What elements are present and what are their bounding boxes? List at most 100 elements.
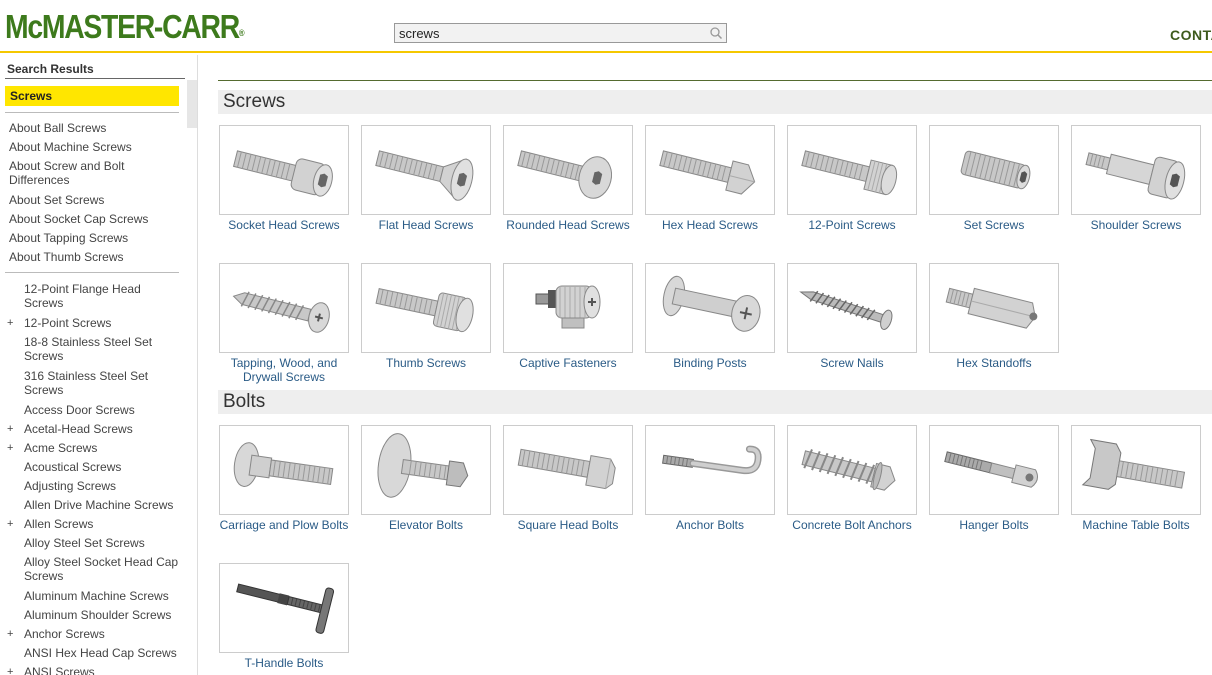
tile-image-box[interactable] (929, 125, 1059, 215)
sidebar-about-link[interactable]: About Screw and Bolt Differences (9, 159, 139, 187)
sidebar-category-link[interactable]: Aluminum Machine Screws (24, 589, 194, 603)
logo-text: McMASTER-CARR (5, 8, 240, 45)
rounded-head-screw-icon (517, 150, 613, 199)
expand-plus-icon[interactable]: + (7, 628, 13, 640)
tile-label[interactable]: Flat Head Screws (355, 218, 497, 232)
tile-image-box[interactable] (219, 425, 349, 515)
sidebar-category-link[interactable]: Alloy Steel Socket Head Cap Screws (24, 555, 189, 583)
tile-image-box[interactable] (929, 425, 1059, 515)
12-point-screw-icon (801, 150, 898, 196)
sidebar-category-link[interactable]: Alloy Steel Set Screws (24, 536, 184, 550)
sidebar-about-link[interactable]: About Ball Screws (9, 121, 184, 135)
sidebar-scrollbar-thumb[interactable] (187, 80, 197, 128)
tile-image-box[interactable] (787, 125, 917, 215)
tile-label[interactable]: Hex Head Screws (639, 218, 781, 232)
tile-label[interactable]: Hanger Bolts (923, 518, 1065, 532)
tile-image-box[interactable] (219, 563, 349, 653)
sidebar-category-link[interactable]: Acoustical Screws (24, 460, 184, 474)
tile-label[interactable]: Tapping, Wood, and Drywall Screws (213, 356, 355, 384)
sidebar-category-link[interactable]: Allen Drive Machine Screws (24, 498, 194, 512)
sidebar-category-link[interactable]: Allen Screws (24, 517, 184, 531)
tile-image-box[interactable] (361, 263, 491, 353)
expand-plus-icon[interactable]: + (7, 423, 13, 435)
tile-image-box[interactable] (787, 263, 917, 353)
tile-label[interactable]: Screw Nails (781, 356, 923, 370)
tile-image-box[interactable] (787, 425, 917, 515)
expand-plus-icon[interactable]: + (7, 442, 13, 454)
tile-label[interactable]: 12-Point Screws (781, 218, 923, 232)
flat-head-screw-icon (375, 150, 474, 201)
sidebar-item-screws-active[interactable]: Screws (5, 86, 179, 106)
sidebar-category-link[interactable]: Adjusting Screws (24, 479, 184, 493)
sidebar-about-link[interactable]: About Socket Cap Screws (9, 212, 184, 226)
tile-label[interactable]: Concrete Bolt Anchors (781, 518, 923, 532)
tile-image-box[interactable] (503, 425, 633, 515)
tile-image-box[interactable] (219, 125, 349, 215)
tile-label[interactable]: Binding Posts (639, 356, 781, 370)
sidebar-category-link[interactable]: ANSI Screws (24, 665, 184, 675)
tile-label[interactable]: Machine Table Bolts (1065, 518, 1207, 532)
expand-plus-icon[interactable]: + (7, 666, 13, 675)
tile-image-box[interactable] (929, 263, 1059, 353)
tile-image-box[interactable] (1071, 425, 1201, 515)
tile-label[interactable]: Socket Head Screws (213, 218, 355, 232)
search-results-sidebar: Search Results Screws About Ball Screws … (0, 55, 198, 675)
main-top-rule (218, 80, 1212, 81)
section-heading-bolts: Bolts (218, 390, 1212, 414)
tile-image-box[interactable] (645, 425, 775, 515)
tile-label[interactable]: Set Screws (923, 218, 1065, 232)
sidebar-category-link[interactable]: Acetal-Head Screws (24, 422, 184, 436)
tile-image-box[interactable] (1071, 125, 1201, 215)
tile-image-box[interactable] (361, 125, 491, 215)
anchor-bolt-icon (662, 445, 762, 475)
captive-fastener-icon (535, 285, 601, 329)
tile-image-box[interactable] (645, 125, 775, 215)
tile-label[interactable]: Captive Fasteners (497, 356, 639, 370)
sidebar-category-link[interactable]: 18-8 Stainless Steel Set Screws (24, 335, 164, 363)
sidebar-about-link[interactable]: About Set Screws (9, 193, 184, 207)
tile-image-box[interactable] (503, 263, 633, 353)
sidebar-about-link[interactable]: About Machine Screws (9, 140, 184, 154)
logo-registered-mark: ® (238, 28, 245, 38)
sidebar-category-link[interactable]: 316 Stainless Steel Set Screws (24, 369, 164, 397)
set-screw-icon (960, 150, 1031, 190)
sidebar-about-link[interactable]: About Thumb Screws (9, 250, 184, 264)
search-input[interactable] (394, 23, 727, 43)
sidebar-category-link[interactable]: Acme Screws (24, 441, 184, 455)
contact-link[interactable]: CONTACT US (1170, 27, 1212, 43)
tile-label[interactable]: Shoulder Screws (1065, 218, 1207, 232)
socket-head-screw-icon (232, 150, 333, 197)
tile-image-box[interactable] (219, 263, 349, 353)
search-icon[interactable] (709, 26, 723, 40)
tapping-screw-icon (232, 291, 330, 333)
tile-image-box[interactable] (361, 425, 491, 515)
binding-post-icon (662, 275, 761, 332)
tile-label[interactable]: Square Head Bolts (497, 518, 639, 532)
expand-plus-icon[interactable]: + (7, 317, 13, 329)
tile-label[interactable]: Thumb Screws (355, 356, 497, 370)
sidebar-heading: Search Results (7, 62, 94, 76)
sidebar-about-link[interactable]: About Tapping Screws (9, 231, 184, 245)
tile-label[interactable]: Carriage and Plow Bolts (213, 518, 355, 532)
elevator-bolt-icon (377, 433, 469, 498)
sidebar-category-link[interactable]: ANSI Hex Head Cap Screws (24, 646, 194, 660)
site-header: McMASTER-CARR® CONTACT US (0, 0, 1212, 53)
tile-label[interactable]: T-Handle Bolts (213, 656, 355, 670)
tile-label[interactable]: Elevator Bolts (355, 518, 497, 532)
sidebar-category-link[interactable]: 12-Point Flange Head Screws (24, 282, 154, 310)
mcmaster-logo[interactable]: McMASTER-CARR® (5, 8, 245, 46)
shoulder-screw-icon (1085, 152, 1186, 200)
sidebar-category-link[interactable]: Aluminum Shoulder Screws (24, 608, 194, 622)
sidebar-category-link[interactable]: Access Door Screws (24, 403, 184, 417)
tile-label[interactable]: Rounded Head Screws (497, 218, 639, 232)
expand-plus-icon[interactable]: + (7, 518, 13, 530)
tile-image-box[interactable] (503, 125, 633, 215)
sidebar-category-link[interactable]: Anchor Screws (24, 627, 184, 641)
concrete-anchor-icon (801, 449, 896, 491)
sidebar-divider (5, 112, 179, 113)
sidebar-category-link[interactable]: 12-Point Screws (24, 316, 184, 330)
tile-image-box[interactable] (645, 263, 775, 353)
tile-label[interactable]: Hex Standoffs (923, 356, 1065, 370)
hex-head-screw-icon (659, 150, 756, 195)
tile-label[interactable]: Anchor Bolts (639, 518, 781, 532)
